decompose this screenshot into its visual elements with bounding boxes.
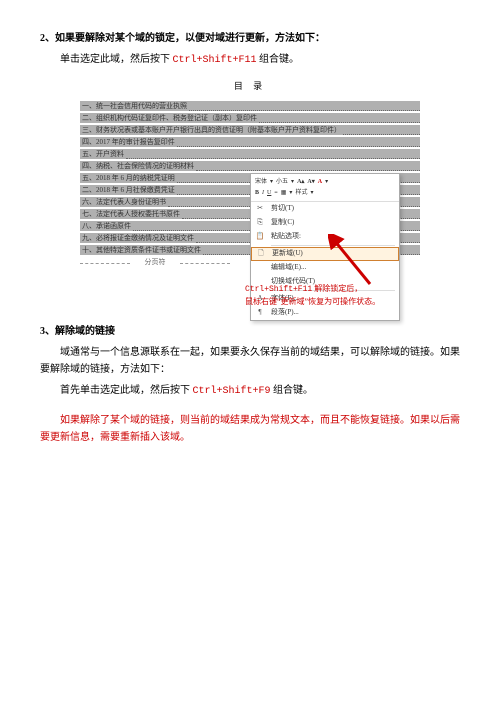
styles-icon[interactable]: 样式 [295,188,307,198]
font-color-icon[interactable]: A [318,177,322,187]
underline-icon[interactable]: U [267,188,271,198]
toc-entry: 四、2017 年的审计报告复印件 [80,136,420,147]
section-3-warning: 如果解除了某个域的链接，则当前的域结果成为常规文本，而且不能恢复链接。如果以后需… [40,412,460,446]
menu-item[interactable]: ⎘ 复制(C) [251,216,399,230]
word-screenshot: 目 录 一、统一社会信用代码的营业执照二、组织机构代码证复印件、税务登记证（副本… [80,79,420,269]
section-3-para-1: 域通常与一个信息源联系在一起，如果要永久保存当前的域结果，可以解除域的链接。如果… [40,344,460,378]
menu-item[interactable]: ¶ 段落(P)... [251,306,399,320]
toc-entry-label: 六、法定代表人身份证明书 [80,197,168,207]
section-3-para-2: 首先单击选定此域，然后按下 Ctrl+Shift+F9 组合键。 [40,382,460,400]
mini-toolbar: 宋体 ▾ 小五 ▾ A▴ A▾ A ▾ B I U ≡ ▦ ▾ 样式 ▾ [251,174,399,202]
toc-entry-label: 九、必将报证金缴纳情况及证明文件 [80,233,196,243]
toc-entry: 三、财务状况表或基本账户开户银行出具的资信证明（附基本账户开户资料复印件） [80,124,420,135]
toc-entry-label: 五、开户资料 [80,149,126,159]
toc-leader [177,137,420,147]
section-2-number: 2、 [40,30,55,47]
toc-leader [196,161,420,171]
menu-item-icon: ✂ [255,203,265,215]
section-2-instruction: 单击选定此域，然后按下 Ctrl+Shift+F11 组合键。 [40,51,460,69]
align-icon[interactable]: ≡ [274,188,277,198]
section-2-heading: 2、如果要解除对某个域的锁定，以便对域进行更新，方法如下： [40,30,460,47]
toc-entry-label: 二、2018 年 6 月社保缴费凭证 [80,185,177,195]
section-3-title: 解除域的链接 [55,326,115,337]
font-name-dropdown[interactable]: 宋体 [255,177,267,187]
section-2-title: 如果要解除对某个域的锁定，以便对域进行更新，方法如下： [55,33,325,44]
section-3-number: 3、 [40,323,55,340]
menu-item-label: 段落(P)... [271,307,299,319]
toc-entry-label: 八、承诺函原件 [80,221,133,231]
toc-leader [343,125,420,135]
toc-entry-label: 十、其他特定资质条件证书或证明文件 [80,245,203,255]
menu-item-label: 编辑域(E)... [271,262,306,274]
toc-leader [259,113,420,123]
grow-font-icon[interactable]: A▴ [297,177,304,187]
italic-icon[interactable]: I [262,188,264,198]
menu-item[interactable]: ✂ 剪切(T) [251,202,399,216]
toc-entry-label: 二、组织机构代码证复印件、税务登记证（副本）复印件 [80,113,259,123]
toc-entry: 五、开户资料 [80,148,420,159]
menu-item-label: 更新域(U) [272,248,303,260]
toc-entry-label: 一、统一社会信用代码的营业执照 [80,101,189,111]
page-break-marker: 分页符 [80,257,230,269]
toc-entry-label: 四、2017 年的审计报告复印件 [80,137,177,147]
annotation-shortcut: Ctrl+Shift+F11 [245,285,312,294]
toc-entry-label: 五、2018 年 6 月的纳税凭证明 [80,173,177,183]
menu-item-label: 剪切(T) [271,203,294,215]
shrink-font-icon[interactable]: A▾ [307,177,314,187]
toc-entry: 二、组织机构代码证复印件、税务登记证（副本）复印件 [80,112,420,123]
menu-item-icon: ¶ [255,307,265,319]
menu-item-icon: 🗋 [256,248,266,260]
highlight-icon[interactable]: ▦ [281,188,287,198]
section-3-heading: 3、解除域的链接 [40,323,460,340]
annotation-text: Ctrl+Shift+F11 解除锁定后， 鼠标右键“更新域”恢复为可操作状态。 [245,283,465,308]
toc-entry: 一、统一社会信用代码的营业执照 [80,100,420,111]
toc-entry-label: 七、法定代表人授权委托书原件 [80,209,182,219]
menu-item-label: 复制(C) [271,217,294,229]
shortcut-unlink: Ctrl+Shift+F9 [193,386,271,397]
toc-heading: 目 录 [80,79,420,94]
toc-leader [189,101,420,111]
toc-leader [126,149,420,159]
toc-entry: 四、纳税、社会保险情况的证明材料 [80,160,420,171]
shortcut-unlock: Ctrl+Shift+F11 [173,55,257,66]
toc-entry-label: 三、财务状况表或基本账户开户银行出具的资信证明（附基本账户开户资料复印件） [80,125,343,135]
menu-item-label: 粘贴选项: [271,231,301,243]
font-size-dropdown[interactable]: 小五 [276,177,288,187]
toc-entry-label: 四、纳税、社会保险情况的证明材料 [80,161,196,171]
bold-icon[interactable]: B [255,188,259,198]
menu-item-icon: ⎘ [255,217,265,229]
menu-item-icon: 📋 [255,231,265,243]
